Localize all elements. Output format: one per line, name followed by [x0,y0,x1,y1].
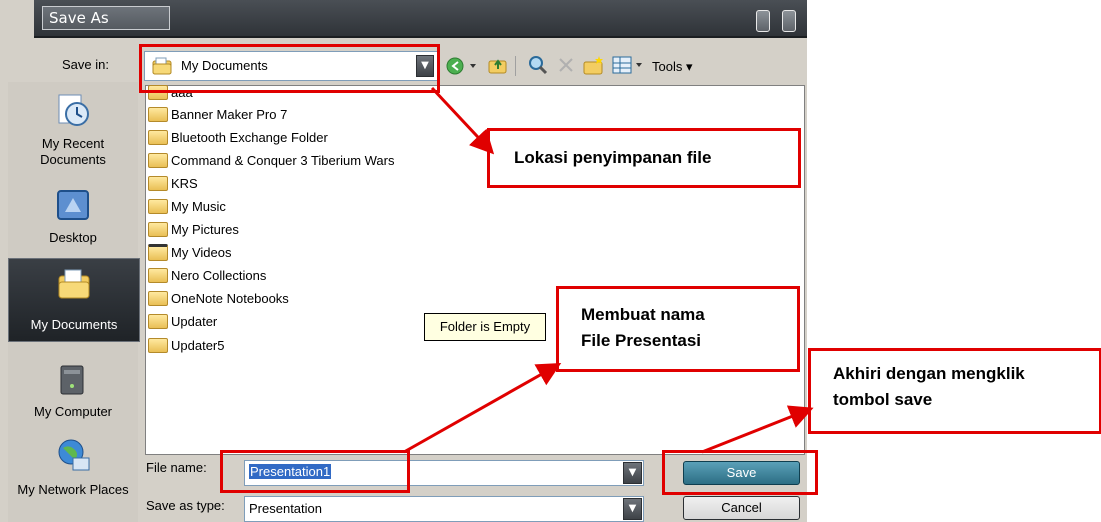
arrow-save [701,405,814,454]
annotation-arrows [403,86,814,454]
arrow-filename [403,363,562,454]
arrow-location [430,86,495,155]
